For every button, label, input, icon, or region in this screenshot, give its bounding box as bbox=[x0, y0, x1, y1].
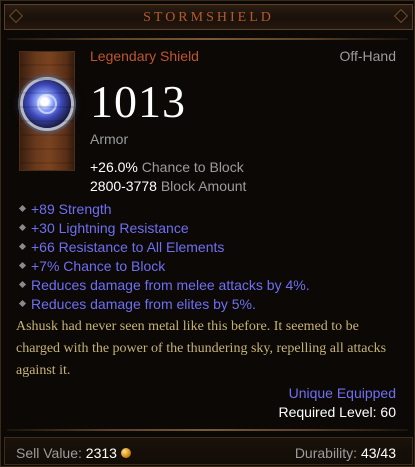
durability-label: Durability: bbox=[294, 445, 358, 461]
affix-line: +66 Resistance to All Elements bbox=[18, 239, 224, 255]
armor-label: Armor bbox=[90, 131, 129, 147]
block-amount-stat: 2800-3778 Block Amount bbox=[90, 178, 246, 194]
affix-line: +30 Lightning Resistance bbox=[18, 220, 189, 236]
header-divider bbox=[7, 38, 408, 40]
sell-value-amount: 2313 bbox=[85, 445, 117, 461]
block-amount-label: Block Amount bbox=[160, 178, 247, 194]
affix-text: Reduces damage from elites by 5%. bbox=[31, 296, 256, 312]
tooltip-header: STORMSHIELD bbox=[4, 4, 413, 30]
diamond-bullet-icon bbox=[18, 261, 28, 271]
item-type: Legendary Shield bbox=[90, 48, 199, 64]
diamond-bullet-icon bbox=[18, 242, 28, 252]
affix-line: Reduces damage from elites by 5%. bbox=[18, 296, 256, 312]
diamond-bullet-icon bbox=[18, 223, 28, 233]
sell-value: Sell Value: 2313 bbox=[16, 445, 131, 461]
affix-text: +66 Resistance to All Elements bbox=[31, 239, 225, 255]
required-level: Required Level: 60 bbox=[278, 404, 396, 420]
diamond-bullet-icon bbox=[18, 299, 28, 309]
item-slot: Off-Hand bbox=[339, 48, 396, 64]
block-chance-stat: +26.0% Chance to Block bbox=[90, 159, 244, 175]
block-chance-label: Chance to Block bbox=[141, 159, 244, 175]
affix-line: Reduces damage from melee attacks by 4%. bbox=[18, 277, 310, 293]
item-icon-frame bbox=[19, 51, 75, 171]
affix-text: +7% Chance to Block bbox=[31, 258, 166, 274]
item-name: STORMSHIELD bbox=[143, 10, 274, 25]
durability-value: 43/43 bbox=[360, 445, 396, 461]
affix-line: +7% Chance to Block bbox=[18, 258, 165, 274]
gold-coin-icon bbox=[120, 448, 131, 459]
footer-divider bbox=[7, 429, 408, 431]
block-amount-value: 2800-3778 bbox=[90, 178, 157, 194]
sell-value-label: Sell Value: bbox=[16, 445, 82, 461]
affix-text: +89 Strength bbox=[31, 201, 112, 217]
diamond-bullet-icon bbox=[18, 204, 28, 214]
orb-ring bbox=[37, 94, 57, 114]
affix-line: +89 Strength bbox=[18, 201, 112, 217]
unique-equipped: Unique Equipped bbox=[288, 385, 396, 401]
armor-value: 1013 bbox=[90, 76, 186, 127]
affix-text: Reduces damage from melee attacks by 4%. bbox=[31, 277, 310, 293]
block-chance-value: +26.0% bbox=[90, 159, 138, 175]
diamond-bullet-icon bbox=[18, 280, 28, 290]
affix-text: +30 Lightning Resistance bbox=[31, 220, 189, 236]
item-tooltip: STORMSHIELD Legendary Shield Off-Hand 10… bbox=[0, 0, 415, 467]
flavor-text: Ashusk had never seen metal like this be… bbox=[16, 319, 387, 378]
stormshield-orb-icon bbox=[23, 80, 71, 128]
durability: Durability: 43/43 bbox=[295, 445, 396, 461]
